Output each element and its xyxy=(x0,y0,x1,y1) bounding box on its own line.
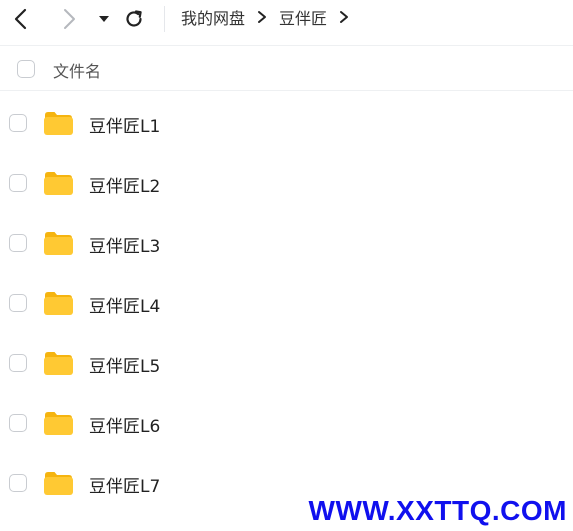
chevron-right-icon[interactable] xyxy=(339,10,349,24)
row-checkbox[interactable] xyxy=(9,114,27,132)
refresh-button[interactable] xyxy=(120,5,148,33)
list-item[interactable]: 豆伴匠L2 xyxy=(0,153,573,213)
list-item[interactable]: 豆伴匠L5 xyxy=(0,333,573,393)
file-name[interactable]: 豆伴匠L1 xyxy=(89,112,160,137)
toolbar-divider xyxy=(164,6,165,32)
folder-icon xyxy=(43,109,74,136)
folder-icon xyxy=(43,409,74,436)
file-name[interactable]: 豆伴匠L3 xyxy=(89,232,160,257)
row-checkbox[interactable] xyxy=(9,294,27,312)
forward-button[interactable] xyxy=(55,5,83,33)
watermark-text: WWW.XXTTQ.COM xyxy=(308,495,567,526)
row-checkbox[interactable] xyxy=(9,414,27,432)
list-item[interactable]: 豆伴匠L4 xyxy=(0,273,573,333)
chevron-left-icon xyxy=(14,8,27,30)
row-checkbox[interactable] xyxy=(9,174,27,192)
breadcrumb-item-root[interactable]: 我的网盘 xyxy=(181,5,245,29)
chevron-right-icon xyxy=(64,9,75,29)
row-checkbox[interactable] xyxy=(9,474,27,492)
history-dropdown-button[interactable] xyxy=(90,5,118,33)
folder-icon xyxy=(43,289,74,316)
refresh-icon xyxy=(126,10,142,27)
file-name[interactable]: 豆伴匠L6 xyxy=(89,412,160,437)
breadcrumb-item-current[interactable]: 豆伴匠 xyxy=(279,5,327,29)
column-header-name[interactable]: 文件名 xyxy=(53,58,101,82)
folder-icon xyxy=(43,469,74,496)
select-all-checkbox[interactable] xyxy=(17,60,35,78)
file-list: 豆伴匠L1 豆伴匠L2 豆伴匠L3 豆伴匠L4 豆伴匠L5 豆伴匠L6 豆伴匠L… xyxy=(0,93,573,513)
file-name[interactable]: 豆伴匠L4 xyxy=(89,292,160,317)
folder-icon xyxy=(43,349,74,376)
file-name[interactable]: 豆伴匠L2 xyxy=(89,172,160,197)
caret-down-icon xyxy=(99,16,109,22)
folder-icon xyxy=(43,229,74,256)
back-button[interactable] xyxy=(7,5,35,33)
list-header: 文件名 xyxy=(0,47,573,91)
file-name[interactable]: 豆伴匠L5 xyxy=(89,352,160,377)
chevron-right-icon xyxy=(257,10,267,24)
row-checkbox[interactable] xyxy=(9,354,27,372)
toolbar: 我的网盘 豆伴匠 xyxy=(0,0,573,46)
breadcrumb: 我的网盘 豆伴匠 xyxy=(181,0,361,34)
list-item[interactable]: 豆伴匠L6 xyxy=(0,393,573,453)
list-item[interactable]: 豆伴匠L3 xyxy=(0,213,573,273)
folder-icon xyxy=(43,169,74,196)
file-name[interactable]: 豆伴匠L7 xyxy=(89,472,160,497)
list-item[interactable]: 豆伴匠L1 xyxy=(0,93,573,153)
row-checkbox[interactable] xyxy=(9,234,27,252)
